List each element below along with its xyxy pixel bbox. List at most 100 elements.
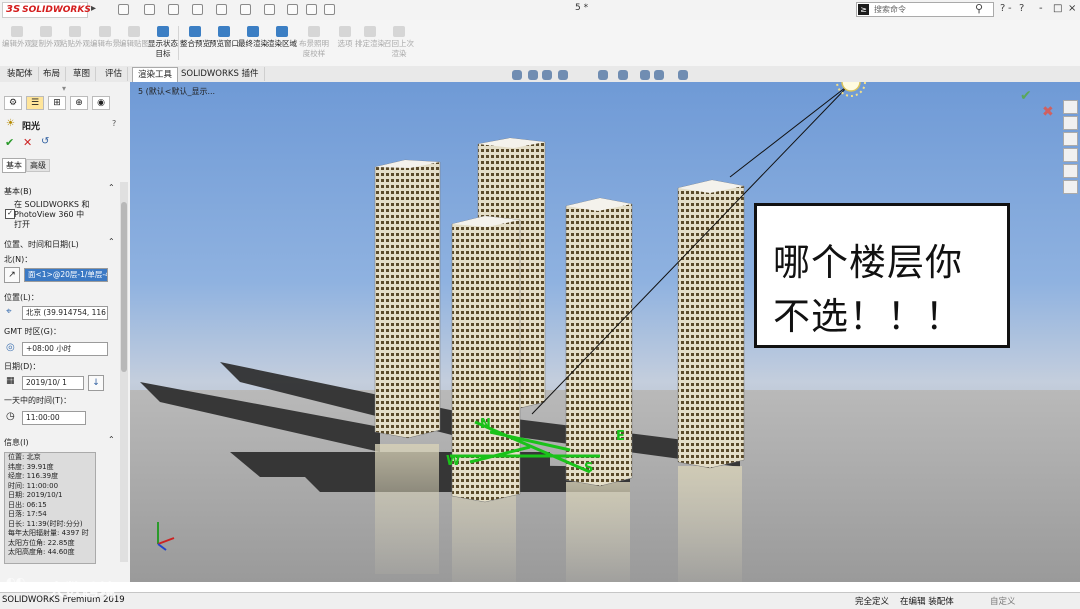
search-input[interactable]: 搜索命令 [874,4,906,15]
compass-south-label: S [584,461,593,476]
integrated-preview-button[interactable]: 整合预览 [180,20,210,66]
gmt-timezone-select[interactable]: +08:00 小时 [22,342,108,356]
display-manager-tab-icon[interactable]: ◉ [92,96,110,110]
dimxpert-tab-icon[interactable]: ⊕ [70,96,88,110]
feature-tree-root[interactable]: 5 (默认<默认_显示... [138,86,215,97]
time-field[interactable]: 11:00:00 [22,411,86,425]
display-style-icon[interactable] [618,70,628,80]
tab-solidworks-addins[interactable]: SOLIDWORKS 插件 [176,67,265,81]
save-icon[interactable] [192,4,203,15]
edit-appearance-button[interactable]: 编辑外观 [2,20,32,66]
file-properties-icon[interactable] [306,4,317,15]
date-field[interactable]: 2019/10/ 1 [22,376,84,390]
custom-properties-icon[interactable] [1063,180,1078,194]
home-icon[interactable] [118,4,129,15]
preview-window-button[interactable]: 预览窗口 [209,20,239,66]
paste-appearance-button[interactable]: 粘贴外观 [60,20,90,66]
preview-window-label: 预览窗口 [209,39,239,48]
edit-decal-label: 编辑贴图 [119,39,149,48]
panel-collapse-icon[interactable]: ▾ [62,84,66,93]
tab-evaluate[interactable]: 评估 [100,67,129,81]
scene-illumination-proof-button[interactable]: 布景照明度校样 [298,20,330,66]
location-select[interactable]: 北京 (39.914754, 116 [22,306,108,320]
menu-expand-icon[interactable]: ▸ [91,3,96,14]
subtab-basic[interactable]: 基本 [2,158,26,173]
maximize-button[interactable]: □ [1053,3,1062,14]
position-collapse-icon[interactable]: ⌃ [108,237,115,246]
tab-sketch[interactable]: 草图 [68,67,97,81]
new-document-icon[interactable] [144,4,155,15]
select-icon[interactable] [264,4,275,15]
configuration-manager-tab-icon[interactable]: ⊞ [48,96,66,110]
solidworks-resources-icon[interactable] [1063,100,1078,114]
edit-scene-button[interactable]: 编辑布景 [90,20,120,66]
clock-icon: ◷ [6,411,15,422]
sun-icon: ☀ [6,118,15,129]
pushpin-icon[interactable]: ↺ [41,136,49,147]
help-dropdown-icon[interactable]: - [1008,3,1012,14]
recall-last-render-button[interactable]: 召回上次渲染 [384,20,414,66]
panel-title: 阳光 [22,122,41,132]
annotation-line1: 哪个楼层你 [773,241,963,284]
help-icon[interactable]: ? [1000,3,1005,14]
copy-appearance-button[interactable]: 复制外观 [31,20,61,66]
final-render-button[interactable]: 最终渲染 [238,20,268,66]
date-label: 日期(D)： [4,362,41,371]
building-1[interactable] [374,159,441,439]
confirm-corner-x-icon[interactable]: ✖ [1042,104,1054,120]
ok-check-icon[interactable]: ✔ [5,136,14,149]
edit-decal-button[interactable]: 编辑贴图 [119,20,149,66]
options-label: 选项 [337,39,353,48]
sun-light-icon[interactable] [836,82,866,97]
schedule-render-button[interactable]: 排定渲染 [355,20,385,66]
render-region-button[interactable]: 渲染区域 [267,20,297,66]
options-gear-icon[interactable] [324,4,335,15]
zoom-to-area-icon[interactable] [528,70,538,80]
edit-appearance-icon[interactable] [654,70,664,80]
minimize-button[interactable]: - [1039,3,1043,14]
status-custom-units[interactable]: 自定义 [990,595,1016,607]
basic-collapse-icon[interactable]: ⌃ [108,183,115,192]
zoom-to-fit-icon[interactable] [512,70,522,80]
building-5[interactable] [677,179,745,469]
help-icon[interactable]: ? [112,119,116,128]
previous-view-icon[interactable] [542,70,552,80]
tab-assembly[interactable]: 装配体 [2,67,39,81]
view-palette-icon[interactable] [1063,148,1078,162]
view-settings-icon[interactable] [678,70,688,80]
undo-icon[interactable] [240,4,251,15]
file-explorer-icon[interactable] [1063,132,1078,146]
open-icon[interactable] [168,4,179,15]
close-button[interactable]: × [1068,3,1076,14]
search-icon[interactable]: ⚲ [975,2,983,15]
section-view-icon[interactable] [558,70,568,80]
cancel-x-icon[interactable]: ✕ [23,136,32,149]
north-direction-icon[interactable]: ↗ [4,267,20,283]
display-state-target-button[interactable]: 显示状态目标 [148,20,178,66]
hide-show-items-icon[interactable] [640,70,650,80]
tab-render-tools[interactable]: 渲染工具 [132,67,179,82]
print-icon[interactable] [216,4,227,15]
property-manager-tab-icon[interactable]: ☰ [26,96,44,110]
view-orientation-icon[interactable] [598,70,608,80]
task-pane-tabs [1063,100,1079,200]
panel-scrollbar-thumb[interactable] [121,202,127,372]
north-label: 北(N)： [4,255,33,264]
ds-logo-mark: 3S [6,4,21,15]
appearances-scenes-icon[interactable] [1063,164,1078,178]
help-extra-icon[interactable]: ? [1019,3,1024,14]
rebuild-icon[interactable] [287,4,298,15]
info-collapse-icon[interactable]: ⌃ [108,435,115,444]
north-direction-field[interactable]: 面<1>@20层-1/单层-4 [24,268,108,282]
design-library-icon[interactable] [1063,116,1078,130]
date-down-arrow-icon[interactable]: ↓ [88,375,104,391]
tab-layout[interactable]: 布局 [38,67,67,81]
subtab-advanced[interactable]: 高级 [26,159,50,172]
feature-manager-tab-icon[interactable]: ⚙ [4,96,22,110]
solidworks-logo[interactable]: 3S SOLIDWORKS [2,2,91,18]
scene-illumination-icon [308,26,320,37]
recall-last-render-icon [393,26,405,37]
confirm-corner-check-icon[interactable]: ✔ [1020,88,1032,104]
search-command-box[interactable]: ≥ 搜索命令 ⚲ [856,2,994,17]
info-line: 太阳方位角: 22.85度 [8,538,75,547]
